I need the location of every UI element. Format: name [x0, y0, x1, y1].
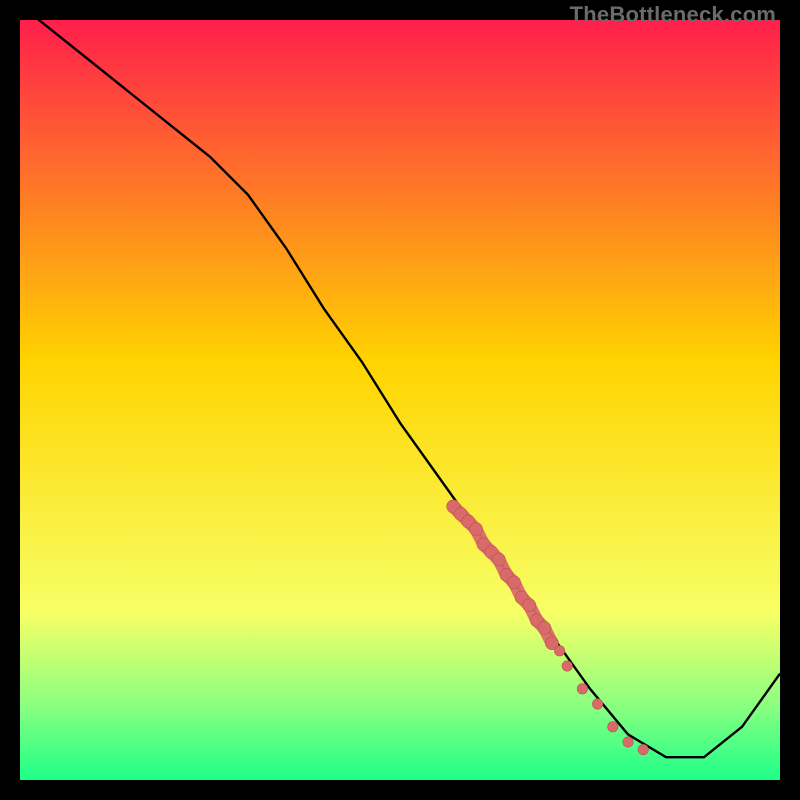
marker-dot	[554, 646, 564, 656]
marker-dot	[508, 576, 521, 589]
marker-dot	[623, 737, 633, 747]
marker-dot	[562, 661, 572, 671]
marker-dot	[608, 722, 618, 732]
marker-dot	[470, 523, 483, 536]
marker-dot	[577, 684, 587, 694]
marker-dot	[592, 699, 602, 709]
bottleneck-chart	[20, 20, 780, 780]
chart-frame	[20, 20, 780, 780]
marker-dot	[638, 744, 648, 754]
gradient-background	[20, 20, 780, 780]
marker-dot	[492, 553, 505, 566]
marker-dot	[523, 599, 536, 612]
marker-dot	[538, 622, 551, 635]
watermark-text: TheBottleneck.com	[570, 2, 776, 28]
